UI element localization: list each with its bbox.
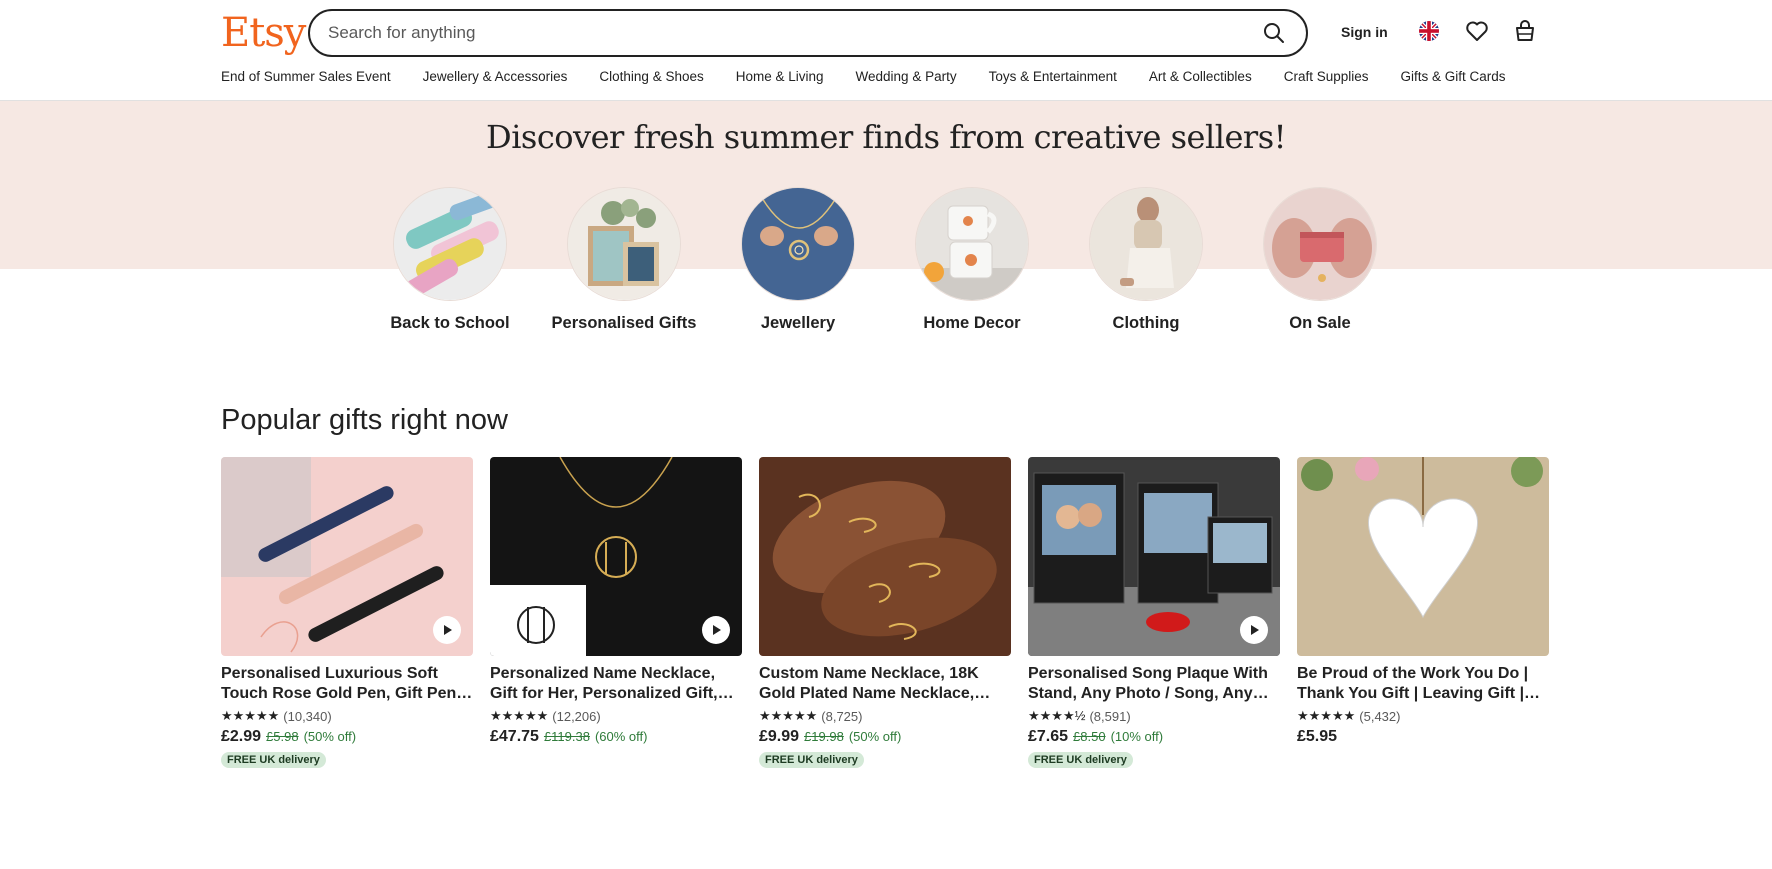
cart-icon[interactable] bbox=[1512, 18, 1538, 44]
product-image bbox=[1297, 457, 1549, 656]
product-image bbox=[490, 457, 742, 656]
product-price: £7.65 £8.50 (10% off) bbox=[1028, 728, 1280, 746]
product-card[interactable]: Personalised Luxurious Soft Touch Rose G… bbox=[221, 457, 473, 768]
star-rating-icon: ★★★★★ bbox=[1297, 708, 1356, 723]
search-icon[interactable] bbox=[1260, 19, 1288, 47]
free-delivery-badge: FREE UK delivery bbox=[1028, 752, 1133, 768]
product-rating: ★★★★★ (10,340) bbox=[221, 708, 473, 724]
play-video-icon[interactable] bbox=[1240, 616, 1268, 644]
category-image bbox=[567, 187, 681, 301]
product-price: £2.99 £5.98 (50% off) bbox=[221, 728, 473, 746]
sign-in-link[interactable]: Sign in bbox=[1341, 24, 1388, 40]
review-count: (8,725) bbox=[821, 708, 863, 724]
product-title[interactable]: Personalised Luxurious Soft Touch Rose G… bbox=[221, 664, 473, 704]
hero-title: Discover fresh summer finds from creativ… bbox=[486, 118, 1286, 156]
product-card[interactable]: Be Proud of the Work You Do | Thank You … bbox=[1297, 457, 1549, 746]
review-count: (5,432) bbox=[1359, 708, 1401, 724]
star-rating-icon: ★★★★★ bbox=[759, 708, 818, 723]
discount-label: (50% off) bbox=[303, 729, 357, 744]
nav-item[interactable]: Wedding & Party bbox=[856, 69, 957, 84]
nav-item[interactable]: Gifts & Gift Cards bbox=[1401, 69, 1506, 84]
product-image bbox=[759, 457, 1011, 656]
category-image bbox=[1263, 187, 1377, 301]
nav-item[interactable]: Clothing & Shoes bbox=[599, 69, 703, 84]
product-price: £5.95 bbox=[1297, 728, 1549, 746]
sale-price: £9.99 bbox=[759, 728, 800, 745]
product-title[interactable]: Custom Name Necklace, 18K Gold Plated Na… bbox=[759, 664, 1011, 704]
heart-icon[interactable] bbox=[1464, 18, 1490, 44]
original-price: £19.98 bbox=[804, 729, 844, 744]
play-video-icon[interactable] bbox=[702, 616, 730, 644]
uk-flag-icon[interactable] bbox=[1416, 18, 1442, 44]
section-title: Popular gifts right now bbox=[221, 404, 508, 436]
product-title[interactable]: Personalized Name Necklace, Gift for Her… bbox=[490, 664, 742, 704]
category-clothing[interactable]: Clothing bbox=[1071, 187, 1221, 333]
category-image bbox=[1089, 187, 1203, 301]
category-home-decor[interactable]: Home Decor bbox=[897, 187, 1047, 333]
product-title[interactable]: Personalised Song Plaque With Stand, Any… bbox=[1028, 664, 1280, 704]
original-price: £119.38 bbox=[543, 729, 590, 744]
sale-price: £7.65 bbox=[1028, 728, 1069, 745]
product-rating: ★★★★★ (8,725) bbox=[759, 708, 1011, 724]
star-rating-icon: ★★★★★ bbox=[221, 708, 280, 723]
nav-item[interactable]: End of Summer Sales Event bbox=[221, 69, 391, 84]
product-image bbox=[1028, 457, 1280, 656]
etsy-logo[interactable]: Etsy bbox=[221, 10, 306, 56]
discount-label: (10% off) bbox=[1110, 729, 1164, 744]
category-label: Personalised Gifts bbox=[551, 314, 697, 332]
discount-label: (50% off) bbox=[848, 729, 902, 744]
star-rating-icon: ★★★★½ bbox=[1028, 708, 1086, 723]
discount-label: (60% off) bbox=[594, 729, 648, 744]
product-card[interactable]: Personalized Name Necklace, Gift for Her… bbox=[490, 457, 742, 746]
site-header: Etsy Sign in End of Summer Sales Even bbox=[0, 0, 1772, 101]
sale-price: £5.95 bbox=[1297, 728, 1338, 745]
review-count: (12,206) bbox=[552, 708, 601, 724]
original-price: £8.50 bbox=[1073, 729, 1106, 744]
category-on-sale[interactable]: On Sale bbox=[1245, 187, 1395, 333]
product-rating: ★★★★★ (5,432) bbox=[1297, 708, 1549, 724]
free-delivery-badge: FREE UK delivery bbox=[221, 752, 326, 768]
star-rating-icon: ★★★★★ bbox=[490, 708, 549, 723]
category-image bbox=[741, 187, 855, 301]
product-price: £9.99 £19.98 (50% off) bbox=[759, 728, 1011, 746]
product-card[interactable]: Personalised Song Plaque With Stand, Any… bbox=[1028, 457, 1280, 768]
category-label: On Sale bbox=[1289, 314, 1351, 332]
category-jewellery[interactable]: Jewellery bbox=[723, 187, 873, 333]
product-rating: ★★★★★ (12,206) bbox=[490, 708, 742, 724]
original-price: £5.98 bbox=[266, 729, 299, 744]
nav-item[interactable]: Art & Collectibles bbox=[1149, 69, 1252, 84]
product-card[interactable]: Custom Name Necklace, 18K Gold Plated Na… bbox=[759, 457, 1011, 768]
review-count: (8,591) bbox=[1089, 708, 1131, 724]
product-image bbox=[221, 457, 473, 656]
nav-item[interactable]: Toys & Entertainment bbox=[989, 69, 1117, 84]
nav-item[interactable]: Home & Living bbox=[736, 69, 824, 84]
category-image bbox=[915, 187, 1029, 301]
play-video-icon[interactable] bbox=[433, 616, 461, 644]
sale-price: £2.99 bbox=[221, 728, 262, 745]
category-label: Jewellery bbox=[760, 314, 836, 332]
product-rating: ★★★★½ (8,591) bbox=[1028, 708, 1280, 724]
product-title[interactable]: Be Proud of the Work You Do | Thank You … bbox=[1297, 664, 1549, 704]
category-personalised-gifts[interactable]: Personalised Gifts bbox=[549, 187, 699, 333]
category-label: Back to School bbox=[390, 314, 510, 332]
category-label: Home Decor bbox=[923, 314, 1021, 332]
category-label: Clothing bbox=[1112, 314, 1180, 332]
category-image bbox=[393, 187, 507, 301]
sale-price: £47.75 bbox=[490, 728, 539, 745]
product-price: £47.75 £119.38 (60% off) bbox=[490, 728, 742, 746]
search-input[interactable] bbox=[328, 23, 1260, 43]
search-bar[interactable] bbox=[308, 9, 1308, 57]
free-delivery-badge: FREE UK delivery bbox=[759, 752, 864, 768]
category-nav: End of Summer Sales Event Jewellery & Ac… bbox=[221, 69, 1538, 84]
category-back-to-school[interactable]: Back to School bbox=[375, 187, 525, 333]
review-count: (10,340) bbox=[283, 708, 332, 724]
nav-item[interactable]: Jewellery & Accessories bbox=[423, 69, 568, 84]
nav-item[interactable]: Craft Supplies bbox=[1284, 69, 1369, 84]
